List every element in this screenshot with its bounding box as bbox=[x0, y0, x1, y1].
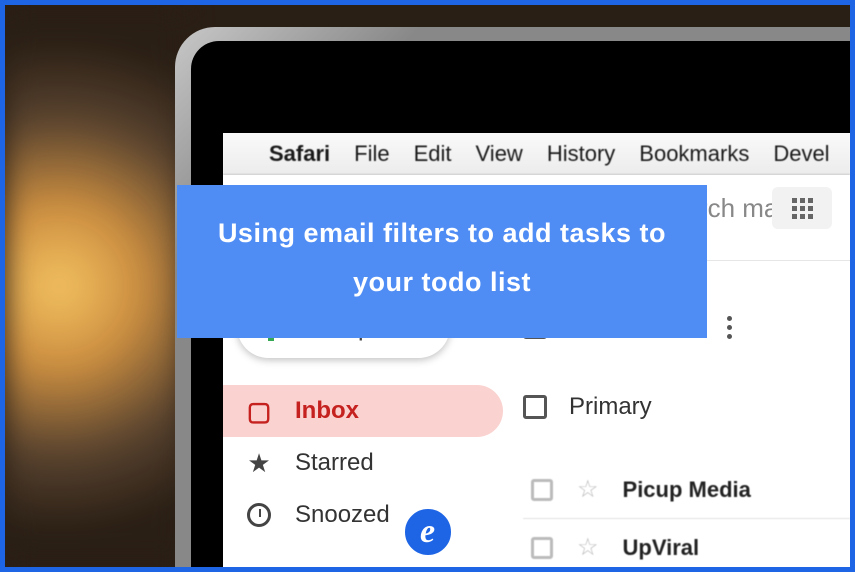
more-menu-icon[interactable] bbox=[727, 316, 732, 339]
tab-label: Primary bbox=[569, 393, 652, 421]
menu-file[interactable]: File bbox=[354, 141, 389, 167]
sidebar: Inbox Starred Snoozed bbox=[223, 385, 503, 541]
mail-sender: UpViral bbox=[623, 535, 700, 561]
mail-row[interactable]: ☆ Picup Media bbox=[523, 461, 850, 519]
clock-icon bbox=[247, 503, 271, 527]
badge-letter: e bbox=[420, 513, 435, 551]
sidebar-item-label: Snoozed bbox=[295, 501, 390, 529]
sidebar-item-label: Inbox bbox=[295, 397, 359, 425]
mail-list: ☆ Picup Media ☆ UpViral bbox=[523, 461, 850, 567]
menu-edit[interactable]: Edit bbox=[414, 141, 452, 167]
row-star-icon[interactable]: ☆ bbox=[577, 533, 599, 562]
mail-sender: Picup Media bbox=[623, 477, 751, 503]
brand-badge-icon: e bbox=[401, 505, 455, 559]
menu-bookmarks[interactable]: Bookmarks bbox=[639, 141, 749, 167]
sidebar-item-starred[interactable]: Starred bbox=[223, 437, 503, 489]
title-overlay: Using email filters to add tasks to your… bbox=[177, 185, 707, 338]
mail-row[interactable]: ☆ UpViral bbox=[523, 519, 850, 567]
menu-app-name[interactable]: Safari bbox=[269, 141, 330, 167]
macos-menu-bar: Safari File Edit View History Bookmarks … bbox=[223, 133, 850, 175]
primary-tab-icon bbox=[523, 395, 547, 419]
row-checkbox-icon[interactable] bbox=[531, 537, 553, 559]
inbox-icon bbox=[245, 397, 273, 425]
menu-view[interactable]: View bbox=[476, 141, 523, 167]
apps-grid-icon[interactable] bbox=[772, 187, 832, 229]
menu-develop[interactable]: Devel bbox=[773, 141, 829, 167]
row-star-icon[interactable]: ☆ bbox=[577, 475, 599, 504]
overlay-title: Using email filters to add tasks to your… bbox=[218, 218, 666, 297]
row-checkbox-icon[interactable] bbox=[531, 479, 553, 501]
tab-primary[interactable]: Primary bbox=[523, 393, 652, 421]
star-icon bbox=[245, 449, 273, 477]
sidebar-item-inbox[interactable]: Inbox bbox=[223, 385, 503, 437]
sidebar-item-snoozed[interactable]: Snoozed bbox=[223, 489, 503, 541]
background-blur bbox=[5, 5, 185, 567]
sidebar-item-label: Starred bbox=[295, 449, 374, 477]
menu-history[interactable]: History bbox=[547, 141, 615, 167]
card-frame: Safari File Edit View History Bookmarks … bbox=[0, 0, 855, 572]
